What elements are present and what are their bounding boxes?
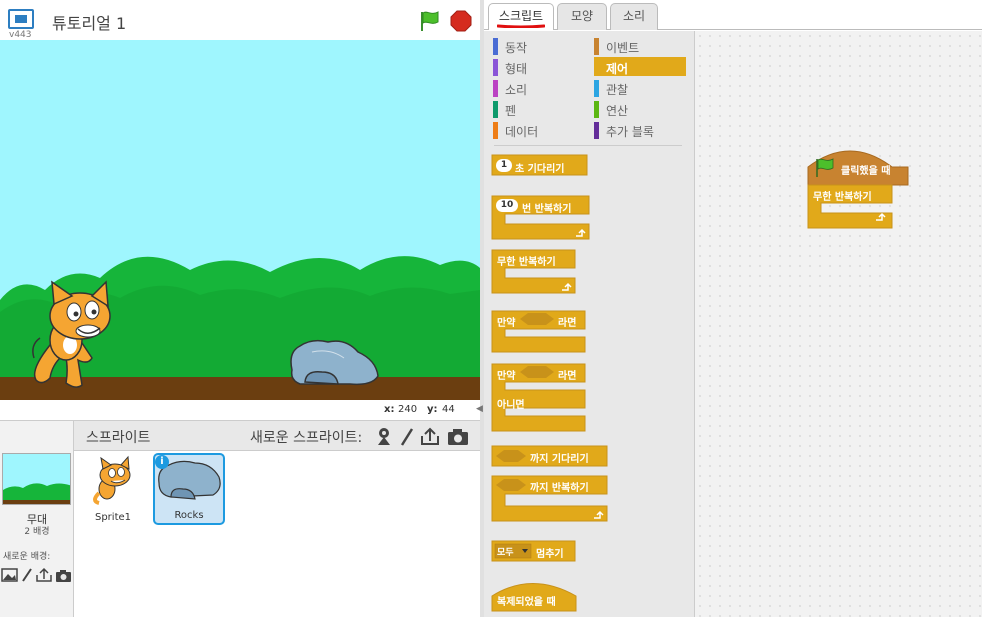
wait-label: 초 기다리기 [515, 164, 565, 175]
y-label: y: [427, 404, 438, 415]
paint-backdrop-icon[interactable] [22, 568, 32, 582]
script-area[interactable]: 클릭했을 때 무한 반복하기 [694, 31, 982, 617]
new-sprite-label: 새로운 스프라이트: [250, 430, 363, 446]
tab-sounds[interactable]: 소리 [610, 3, 658, 30]
repeat-count-input[interactable]: 10 [496, 199, 518, 212]
upload-sprite-icon[interactable] [421, 427, 439, 445]
palette-blocks [491, 154, 608, 612]
sprites-title: 스프라이트 [86, 430, 151, 446]
sprite1-thumbnail [93, 455, 131, 505]
stage-thumbnail[interactable] [2, 453, 71, 505]
y-value: 44 [442, 404, 455, 415]
sprite-tile-sprite1[interactable]: Sprite1 [77, 453, 149, 525]
new-sprite-tools [378, 427, 468, 446]
x-label: x: [384, 404, 395, 415]
if-label: 만약 [497, 318, 516, 329]
stage-header: v443 튜토리얼 1 [0, 0, 480, 40]
then-label: 라면 [558, 318, 577, 329]
block-palette: 동작 형태 소리 펜 데이터 이벤트 제어 관찰 연산 추가 블록 1 초 기다… [484, 31, 694, 617]
tab-costumes[interactable]: 모양 [557, 3, 607, 30]
repeat-label: 번 반복하기 [522, 204, 572, 215]
stop-icon[interactable] [450, 10, 472, 32]
script-blocks [807, 150, 909, 229]
sprites-header: 스프라이트 새로운 스프라이트: [74, 421, 480, 451]
project-title[interactable]: 튜토리얼 1 [52, 10, 126, 34]
choose-backdrop-icon[interactable] [1, 568, 18, 582]
mouse-coordinates: x: 240 y: 44 [0, 400, 480, 418]
stage[interactable] [0, 40, 480, 400]
else-label: 아니면 [497, 400, 525, 411]
sprite-tile-rocks[interactable]: Rocks i [153, 453, 225, 525]
backdrop-count: 2 배경 [24, 527, 50, 537]
sprite-name: Rocks [174, 510, 204, 521]
sprite-name: Sprite1 [94, 512, 132, 523]
stage-column[interactable]: 무대 2 배경 새로운 배경: [0, 421, 74, 617]
stage-backdrop [0, 40, 480, 400]
stop-option-dropdown[interactable]: 모두 [497, 545, 514, 558]
upload-backdrop-icon[interactable] [36, 567, 52, 582]
green-flag-icon[interactable] [418, 9, 442, 33]
sprite-list: Sprite1 Rocks i [74, 451, 480, 617]
tab-underline-annotation [497, 24, 545, 28]
hat-label: 클릭했을 때 [841, 166, 891, 177]
sprite-info-icon[interactable]: i [155, 455, 169, 469]
then-label: 라면 [558, 371, 577, 382]
camera-backdrop-icon[interactable] [56, 570, 71, 582]
new-backdrop-tools [1, 567, 71, 582]
sprite-pane: 무대 2 배경 새로운 배경: 스프라이트 새로운 스프라이트: Sprite1… [0, 420, 480, 617]
wait-until-label: 까지 기다리기 [530, 454, 589, 465]
repeat-until-label: 까지 반복하기 [530, 483, 589, 494]
paint-sprite-icon[interactable] [400, 428, 414, 446]
wait-seconds-input[interactable]: 1 [496, 159, 512, 172]
if-label: 만약 [497, 371, 516, 382]
clone-start-label: 복제되었을 때 [497, 597, 556, 608]
new-backdrop-label: 새로운 배경: [3, 552, 51, 562]
forever-label: 무한 반복하기 [497, 257, 556, 268]
stage-thumbnail-image [3, 454, 70, 504]
choose-sprite-icon[interactable] [378, 428, 390, 445]
stop-label: 멈추기 [536, 549, 564, 560]
x-value: 240 [398, 404, 418, 415]
version-label: v443 [9, 30, 32, 40]
fullscreen-icon[interactable] [8, 9, 34, 29]
forever-label: 무한 반복하기 [813, 192, 872, 203]
editor-tabs: 스크립트 모양 소리 [484, 0, 982, 30]
camera-sprite-icon[interactable] [448, 429, 468, 445]
